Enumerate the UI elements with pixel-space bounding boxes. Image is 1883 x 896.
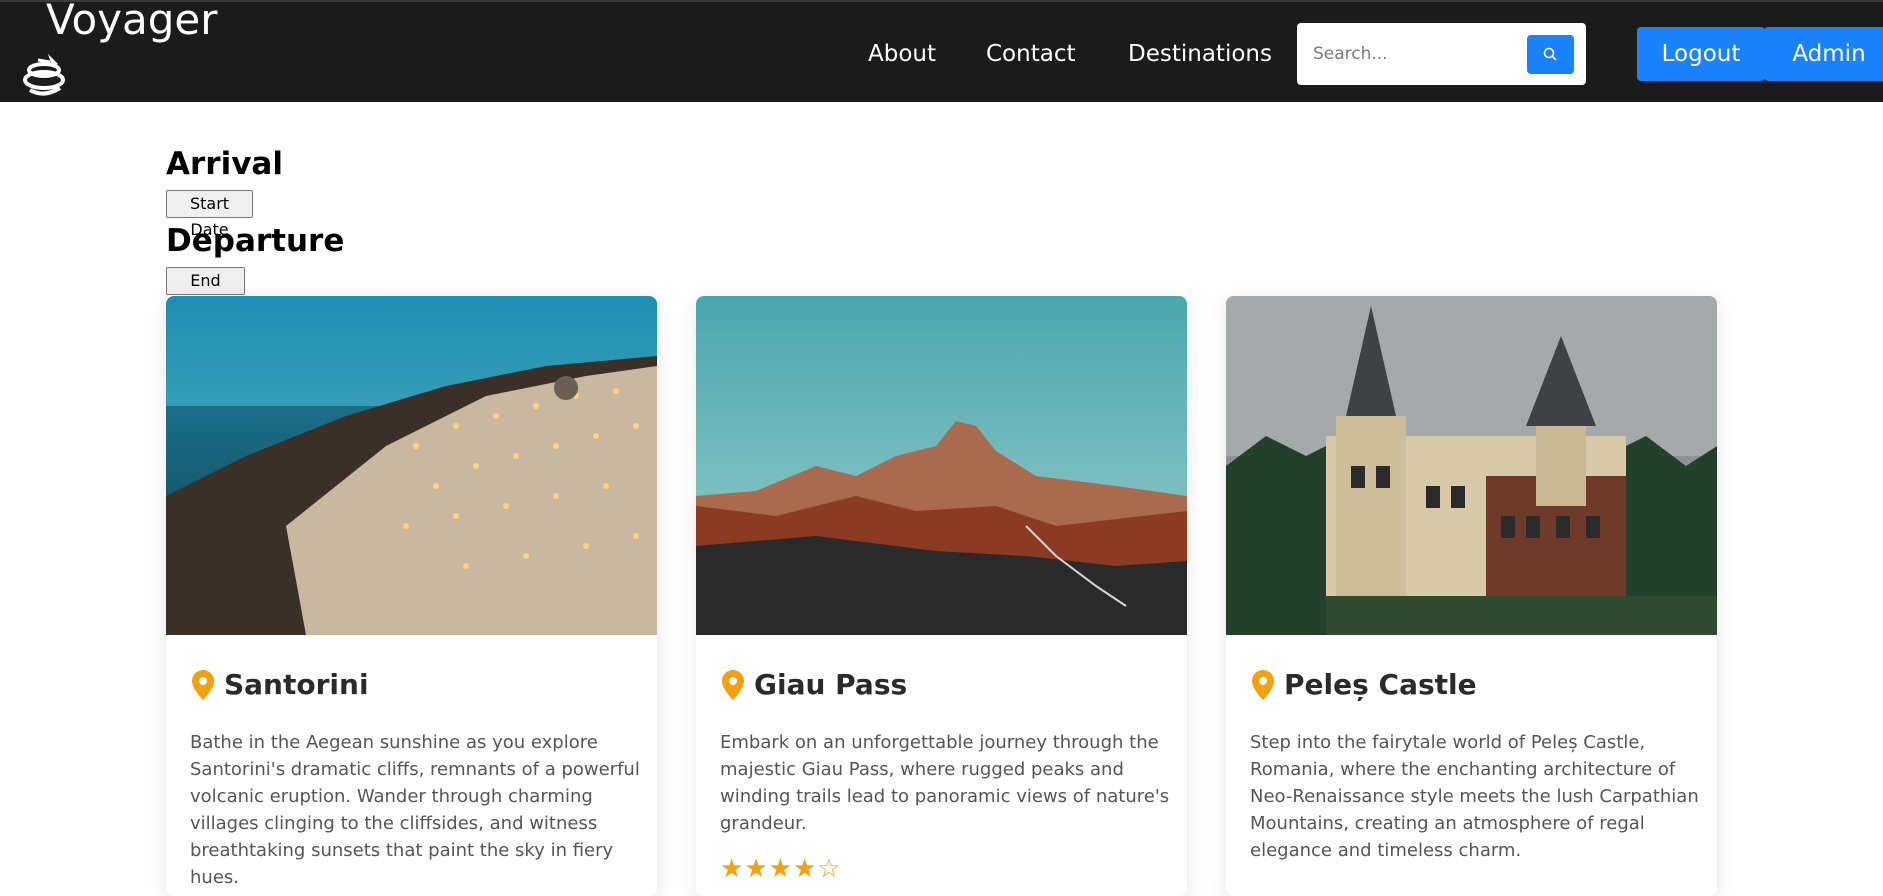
location-pin-icon: [192, 670, 214, 704]
card-description: Step into the fairytale world of Peleș C…: [1250, 732, 1699, 861]
location-pin-icon: [1252, 670, 1274, 704]
santorini-image: [166, 296, 657, 635]
destination-card-santorini[interactable]: Santorini Bathe in the Aegean sunshine a…: [166, 296, 657, 896]
destination-card-peles-castle[interactable]: Peleș Castle Step into the fairytale wor…: [1226, 296, 1717, 896]
search-input[interactable]: [1311, 37, 1511, 71]
card-title: Peleș Castle: [1284, 668, 1477, 701]
star-filled-icon: ★: [768, 854, 793, 884]
destination-card-giau-pass[interactable]: Giau Pass Embark on an unforgettable jou…: [696, 296, 1187, 896]
search-box: [1297, 23, 1586, 85]
nav-about-link[interactable]: About: [868, 40, 936, 68]
star-filled-icon: ★: [792, 854, 818, 884]
giau-pass-image: [696, 296, 1187, 635]
admin-button[interactable]: Admin: [1764, 27, 1883, 81]
arrival-heading: Arrival: [166, 146, 283, 182]
start-date-button[interactable]: Start Date: [166, 190, 253, 239]
card-title: Giau Pass: [754, 668, 908, 701]
brand-name[interactable]: Voyager: [46, 0, 218, 44]
card-title: Santorini: [224, 668, 369, 701]
location-pin-icon: [722, 670, 744, 704]
navbar: Voyager About Contact Destinations Logou…: [0, 0, 1883, 102]
star-filled-icon: ★: [720, 854, 745, 884]
globe-plane-icon[interactable]: [20, 50, 70, 100]
search-button[interactable]: [1527, 35, 1574, 74]
card-description: Bathe in the Aegean sunshine as you expl…: [190, 732, 640, 888]
nav-contact-link[interactable]: Contact: [986, 40, 1075, 68]
star-empty-icon: ☆: [817, 854, 842, 884]
logout-button[interactable]: Logout: [1637, 27, 1765, 81]
search-icon: [1543, 47, 1557, 61]
card-description: Embark on an unforgettable journey throu…: [720, 732, 1170, 834]
nav-destinations-link[interactable]: Destinations: [1128, 40, 1272, 68]
departure-heading: Departure: [166, 223, 345, 259]
star-filled-icon: ★: [744, 854, 769, 884]
rating-stars: ★★★★☆: [720, 854, 842, 884]
peles-castle-image: [1226, 296, 1717, 635]
end-date-button[interactable]: End Date: [166, 267, 245, 316]
